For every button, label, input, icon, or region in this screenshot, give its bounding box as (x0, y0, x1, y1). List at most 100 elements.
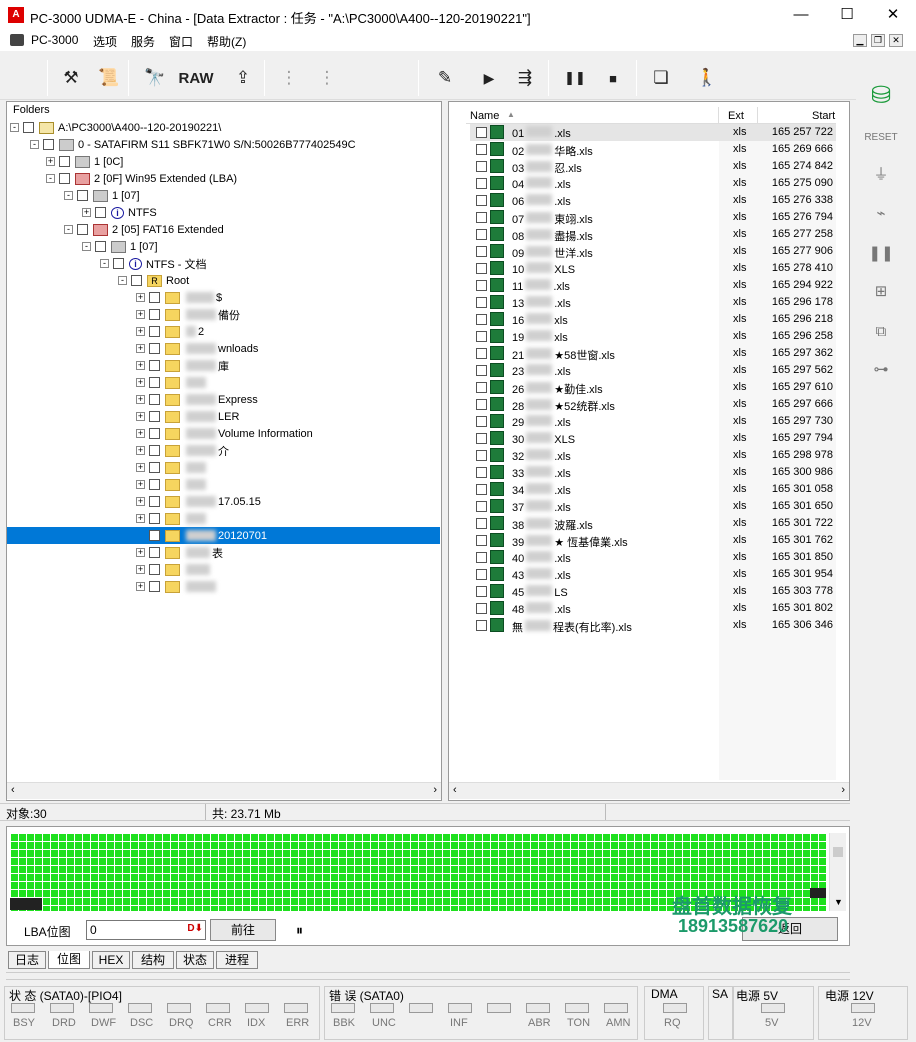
file-checkbox[interactable] (476, 263, 487, 274)
binoculars-icon[interactable]: 🔭 (142, 66, 168, 90)
expand-icon[interactable]: + (136, 327, 145, 336)
tree-node[interactable]: + (136, 561, 212, 578)
exit-icon[interactable]: 🚶 (694, 66, 720, 90)
power-switch-icon[interactable]: ⌁ (866, 200, 896, 226)
collapse-icon[interactable]: - (64, 191, 73, 200)
tab-status[interactable]: 状态 (176, 951, 214, 969)
tree-node[interactable]: - 1 [07] (82, 238, 158, 255)
file-row[interactable]: 09 世洋.xls xls 165 277 906 (470, 243, 836, 260)
tree-checkbox[interactable] (149, 394, 160, 405)
column-start[interactable]: Start (812, 110, 835, 122)
expand-icon[interactable]: + (136, 395, 145, 404)
expand-icon[interactable]: + (136, 565, 145, 574)
tree-checkbox[interactable] (149, 496, 160, 507)
tree-node[interactable]: - 1 [07] (64, 187, 140, 204)
collapse-icon[interactable]: - (82, 242, 91, 251)
expand-icon[interactable]: + (136, 497, 145, 506)
menu-window[interactable]: 窗口 (169, 33, 193, 50)
file-row[interactable]: 19 xls xls 165 296 258 (470, 328, 836, 345)
file-checkbox[interactable] (476, 484, 487, 495)
tree-node[interactable]: + Express (136, 391, 258, 408)
bottom-scroll-strip[interactable] (6, 972, 850, 980)
file-row[interactable]: 32 .xls xls 165 298 978 (470, 447, 836, 464)
tree-node[interactable]: + (136, 578, 218, 595)
play-icon[interactable]: ▶ (476, 66, 502, 90)
file-checkbox[interactable] (476, 603, 487, 614)
tab-bitmap[interactable]: 位图 (48, 951, 90, 969)
file-row[interactable]: 21 ★58世窗.xls xls 165 297 362 (470, 345, 836, 362)
scroll-icon[interactable]: 📜 (96, 66, 122, 90)
file-checkbox[interactable] (476, 552, 487, 563)
tree-checkbox[interactable] (149, 581, 160, 592)
expand-icon[interactable]: + (136, 514, 145, 523)
file-checkbox[interactable] (476, 569, 487, 580)
tree-node[interactable]: + (136, 476, 208, 493)
file-row[interactable]: 38 波羅.xls xls 165 301 722 (470, 515, 836, 532)
tree-node[interactable]: - 2 [0F] Win95 Extended (LBA) (46, 170, 237, 187)
tree-node[interactable]: + 表 (136, 544, 223, 561)
tree-checkbox[interactable] (149, 547, 160, 558)
connector-icon[interactable]: ⊞ (866, 278, 896, 304)
file-checkbox[interactable] (476, 501, 487, 512)
tree-checkbox[interactable] (149, 360, 160, 371)
tab-hex[interactable]: HEX (92, 951, 130, 969)
tree-node[interactable]: +2 (136, 323, 204, 340)
file-row[interactable]: 16 xls xls 165 296 218 (470, 311, 836, 328)
file-checkbox[interactable] (476, 195, 487, 206)
tree-network-icon[interactable]: ⋮ (314, 66, 340, 90)
file-checkbox[interactable] (476, 280, 487, 291)
expand-icon[interactable]: + (82, 208, 91, 217)
database-icon[interactable]: ⛁ (866, 82, 896, 109)
expand-icon[interactable]: + (136, 310, 145, 319)
tree-icon[interactable]: ⋮ (276, 66, 302, 90)
file-checkbox[interactable] (476, 314, 487, 325)
close-button[interactable]: ✕ (870, 0, 916, 31)
tree-checkbox[interactable] (77, 224, 88, 235)
file-checkbox[interactable] (476, 467, 487, 478)
raw-button[interactable]: RAW (178, 66, 214, 90)
file-row[interactable]: 37 .xls xls 165 301 650 (470, 498, 836, 515)
tree-node[interactable]: + wnloads (136, 340, 258, 357)
tree-node[interactable]: + Volume Information (136, 425, 313, 442)
file-row[interactable]: 10 XLS xls 165 278 410 (470, 260, 836, 277)
file-checkbox[interactable] (476, 229, 487, 240)
file-row[interactable]: 45 LS xls 165 303 778 (470, 583, 836, 600)
menu-help[interactable]: 帮助(Z) (207, 33, 246, 50)
expand-icon[interactable]: + (136, 548, 145, 557)
menu-pc3000[interactable]: PC-3000 (31, 33, 78, 47)
tree-checkbox[interactable] (149, 309, 160, 320)
expand-icon[interactable]: + (136, 582, 145, 591)
file-row[interactable]: 23 .xls xls 165 297 562 (470, 362, 836, 379)
minimize-button[interactable]: — (778, 0, 824, 31)
column-ext[interactable]: Ext (728, 110, 744, 122)
file-row[interactable]: 30 XLS xls 165 297 794 (470, 430, 836, 447)
export-icon[interactable]: ⇪ (230, 66, 256, 90)
bitmap-pause-button[interactable]: ⏸ (296, 922, 303, 939)
pause-side-icon[interactable]: ❚❚ (866, 240, 896, 266)
file-row[interactable]: 39 ★ 恆基偉業.xls xls 165 301 762 (470, 532, 836, 549)
tab-process[interactable]: 进程 (216, 951, 258, 969)
go-button[interactable]: 前往 (210, 919, 276, 941)
copy-icon[interactable]: ⧉ (866, 318, 896, 344)
tree-node[interactable]: - 2 [05] FAT16 Extended (64, 221, 224, 238)
tree-checkbox[interactable] (95, 207, 106, 218)
windows-icon[interactable]: ❏ (648, 66, 674, 90)
file-row[interactable]: 01 .xls xls 165 257 722 (470, 124, 836, 141)
tab-structure[interactable]: 结构 (132, 951, 174, 969)
reset-icon[interactable]: RESET (864, 124, 897, 150)
tree-node[interactable]: + 介 (136, 442, 229, 459)
tree-checkbox[interactable] (59, 173, 70, 184)
file-checkbox[interactable] (476, 212, 487, 223)
tree-node[interactable]: + $ (136, 289, 222, 306)
expand-icon[interactable]: + (136, 429, 145, 438)
tree-checkbox[interactable] (59, 156, 70, 167)
tree-node[interactable]: +1 [0C] (46, 153, 123, 170)
tree-checkbox[interactable] (149, 343, 160, 354)
scroll-left-icon[interactable]: ‹ (453, 784, 457, 796)
scroll-thumb[interactable] (833, 847, 843, 857)
tree-node[interactable]: + (136, 510, 208, 527)
tools-icon[interactable]: ⚒ (58, 66, 84, 90)
file-row[interactable]: 06 .xls xls 165 276 338 (470, 192, 836, 209)
tree-node[interactable]: 20120701 (7, 527, 440, 544)
file-checkbox[interactable] (476, 365, 487, 376)
